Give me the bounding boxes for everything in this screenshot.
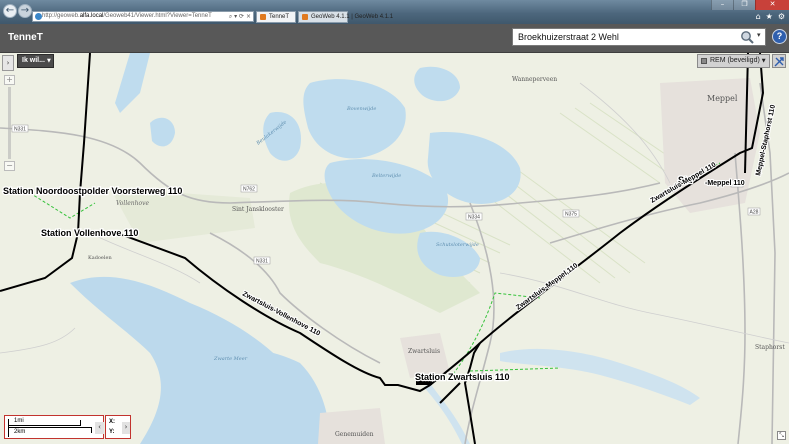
menu-label: Ik wil... [22, 57, 45, 64]
tab-geoweb[interactable]: GeoWeb 4.1.1 | GeoWeb 4.1.1 [298, 11, 393, 23]
scale-collapse-button[interactable]: ‹ [95, 422, 104, 434]
arrow-left-icon: ← [5, 5, 15, 16]
help-button[interactable]: ? [772, 29, 787, 44]
window-controls: – ❐ ✕ [711, 0, 789, 10]
scale-line-km [8, 427, 91, 428]
ik-wil-menu-button[interactable]: Ik wil... ▼ [17, 54, 54, 68]
road-label: N375 [565, 212, 577, 218]
browser-chrome: ← → http://geoweb.alfa.local/Geoweb41/Vi… [0, 0, 789, 24]
place-label: Kadoelen [88, 255, 112, 261]
maximize-button[interactable]: ❐ [733, 0, 755, 10]
place-label: Zwartsluis [408, 348, 440, 355]
gear-icon[interactable]: ⚙ [778, 12, 785, 21]
search-icon[interactable] [740, 30, 754, 44]
coord-x-label: X: [109, 419, 115, 425]
address-tools[interactable]: ⌕ ▾ ⟳ × [229, 12, 251, 21]
scale-line-mi [8, 425, 80, 426]
browser-toolbar: ⌂ ★ ⚙ [756, 12, 785, 21]
place-label: Wanneperveen [512, 76, 557, 83]
road-label: N334 [468, 215, 480, 221]
basemap: Vollenhove Sint Jansklooster Wannepervee… [0, 53, 789, 444]
layer-select-value: REM (beveiligd) [710, 57, 760, 64]
chevron-down-icon: ▼ [761, 58, 766, 64]
panel-expand-button[interactable]: › [2, 55, 14, 71]
place-label: Vollenhove [116, 200, 150, 207]
layers-icon [701, 58, 707, 64]
browser-logo-icon [35, 13, 42, 20]
close-window-button[interactable]: ✕ [755, 0, 789, 10]
scale-tick [91, 427, 92, 433]
station-label-vollenhove[interactable]: Station Vollenhove 110 [40, 227, 140, 240]
tools-icon [774, 57, 784, 67]
place-label: Meppel [707, 94, 738, 103]
scale-label-mi: 1mi [14, 418, 24, 424]
arrow-right-icon: → [20, 5, 30, 16]
layer-select[interactable]: REM (beveiligd) ▼ [697, 54, 770, 68]
home-icon[interactable]: ⌂ [756, 12, 761, 21]
back-button[interactable]: ← [3, 4, 17, 18]
coordinate-display: X: Y: › [105, 415, 131, 439]
zoom-slider[interactable]: + − [4, 75, 15, 171]
water-label: Schutsloterwijde [436, 242, 479, 248]
zoom-track[interactable] [8, 87, 11, 159]
star-icon[interactable]: ★ [766, 12, 773, 21]
app-title: TenneT [8, 32, 43, 43]
tab-label: TenneT [269, 14, 290, 20]
road-label: A28 [750, 210, 759, 216]
scale-tick [8, 419, 9, 437]
zoom-out-button[interactable]: − [4, 161, 15, 171]
coord-y-label: Y: [109, 429, 115, 435]
address-domain: alfa.local [79, 13, 104, 19]
scale-bar: 1mi 2km ‹ [4, 415, 104, 439]
forward-button[interactable]: → [18, 4, 32, 18]
tab-label: GeoWeb 4.1.1 | GeoWeb 4.1.1 [311, 14, 394, 20]
favicon-icon [302, 14, 308, 20]
water-label: Zwarte Meer [213, 356, 248, 362]
line-label: -Meppel 110 [705, 180, 745, 187]
water-label: Belterwijde [371, 173, 401, 179]
road-label: N331 [256, 259, 268, 265]
road-label: N331 [14, 127, 26, 133]
minimize-button[interactable]: – [711, 0, 733, 10]
address-bar[interactable]: http://geoweb.alfa.local/Geoweb41/Viewer… [32, 11, 254, 22]
app-header: TenneT ▾ ? [0, 24, 789, 53]
place-label: Sint Jansklooster [232, 206, 284, 213]
favicon-icon [260, 14, 266, 20]
coord-expand-button[interactable]: › [122, 422, 130, 434]
station-label-zwartsluis[interactable]: Station Zwartsluis 110 [414, 371, 511, 384]
place-label: Staphorst [755, 344, 785, 351]
map-canvas[interactable]: Vollenhove Sint Jansklooster Wannepervee… [0, 53, 789, 444]
chevron-down-icon[interactable]: ▾ [757, 31, 761, 39]
scale-label-km: 2km [14, 429, 26, 435]
road-label: N762 [243, 187, 255, 193]
chevron-down-icon: ▼ [46, 58, 51, 64]
water-label: Bovenwijde [346, 106, 376, 112]
measure-tool-button[interactable] [772, 54, 786, 68]
search-input[interactable] [513, 29, 735, 45]
search-box: ▾ [512, 28, 766, 46]
address-prefix: http://geoweb. [42, 13, 80, 19]
tab-tennet[interactable]: TenneT [256, 11, 296, 23]
place-label: Genemuiden [335, 431, 374, 438]
zoom-in-button[interactable]: + [4, 75, 15, 85]
address-path: /Geoweb41/Viewer.html?Viewer=TenneT [103, 13, 212, 19]
scale-tick [80, 420, 81, 426]
resize-icon[interactable]: ⤡ [777, 431, 786, 440]
station-label-noordoostpolder[interactable]: Station Noordoostpolder Voorsterweg 110 [2, 185, 184, 198]
